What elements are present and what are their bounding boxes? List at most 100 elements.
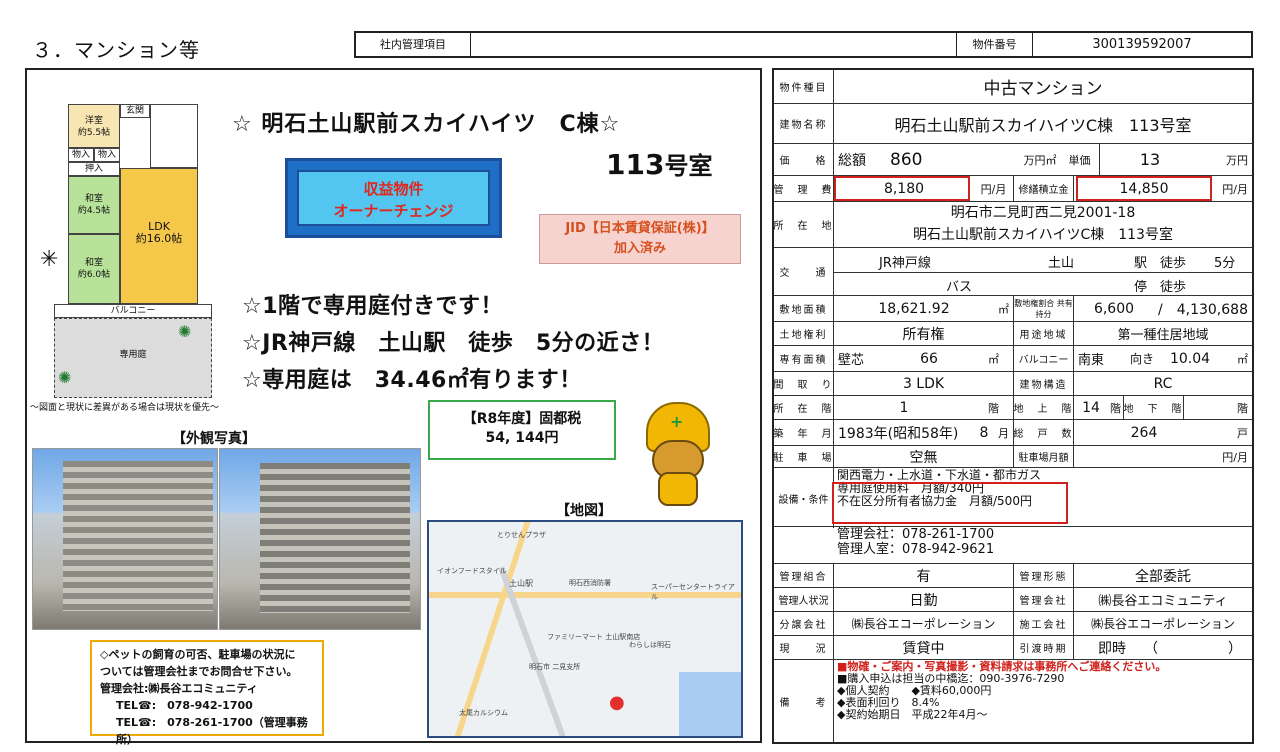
highlight-mgmt-fee [834, 176, 970, 201]
property-no-label: 物件番号 [957, 33, 1033, 56]
exterior-label: 【外観写真】 [172, 431, 256, 447]
value-land-right: 所有権 [834, 322, 1014, 345]
value-built-month: 8 [979, 424, 989, 441]
floor-unit2: 階 [988, 401, 999, 415]
address-line2: 明石土山駅前スカイハイツC棟 113号室 [913, 227, 1173, 243]
traffic-rail: JR神戸線 土山 駅 徒歩 5分 [834, 248, 1252, 273]
label-price: 価 格 [774, 144, 834, 175]
room-bath [150, 104, 198, 168]
value-floor: 1 [899, 399, 909, 416]
highlight-repair [1076, 176, 1212, 201]
value-builder: ㈱長谷エコーポレーション [1091, 617, 1235, 631]
handover-paren: （ ） [1144, 640, 1242, 657]
row-parking: 駐 車 場 空無 駐車場月額 円/月 [774, 446, 1252, 468]
jid-line: 加入済み [613, 241, 666, 256]
units-unit: 戸 [1237, 426, 1248, 440]
label-floor: 所 在 階 [774, 396, 834, 419]
pet-note-box: ◇ペットの飼育の可否、駐車場の状況に ついては管理会社までお問合せ下さい。 管理… [90, 640, 324, 746]
total-unit: 万円 [1023, 153, 1046, 167]
label-seller: 分譲会社 [774, 612, 834, 635]
label-address: 所 在 地 [774, 202, 834, 247]
repair-unit: 円/月 [1222, 182, 1248, 196]
parking-fee-unit: 円/月 [1222, 450, 1248, 464]
map-label-text: 土山駅 [509, 579, 533, 588]
floor-unit: ㎡ [988, 352, 999, 366]
row-fees: 管 理 費 8,180 円/月 修繕積立金 14,850 円/月 [774, 176, 1252, 202]
map-label-text: ファミリーマート 土山駅南店 [547, 633, 641, 641]
body [658, 472, 698, 506]
balcony-direction-suffix: 向き [1129, 352, 1154, 366]
row-seller: 分譲会社 ㈱長谷エコーポレーション 施工会社 ㈱長谷エコーポレーション [774, 612, 1252, 636]
label-share: 敷地権割合 共有持分 [1014, 296, 1074, 321]
room-number: 113号室 [606, 146, 712, 181]
label-mgmt-company: 管理会社 [1014, 588, 1074, 611]
value-handover: 即時 [1098, 640, 1126, 657]
traffic-cells: JR神戸線 土山 駅 徒歩 5分 バス 停 徒歩 [834, 248, 1252, 295]
total-unit-wrap: 万円㎡ [1020, 144, 1060, 175]
stories-unit: 階 [1110, 401, 1121, 415]
value-zoning: 第一種住居地域 [1117, 328, 1209, 343]
label-basement: 地 下 階 [1124, 396, 1184, 419]
unit-price-unit-wrap: 万円 [1200, 144, 1252, 175]
built-month-unit: 月 [998, 426, 1009, 440]
income-property-badge: 収益物件 オーナーチェンジ [285, 158, 502, 238]
jid-badge: JID【日本賃貸保証(株)】 加入済み [539, 214, 741, 264]
contact-line: 管理会社：078-261-1700 [837, 527, 995, 542]
plant-icon: ✺ [58, 368, 72, 387]
map-label: 【地図】 [556, 503, 612, 519]
map-label-text: イオンフードスタイル [437, 567, 507, 575]
mgmt-fee-unit: 円/月 [980, 182, 1007, 196]
label-handover: 引渡時期 [1014, 636, 1074, 659]
row-association: 管理組合 有 管理形態 全部委託 [774, 564, 1252, 588]
basement-unit-wrap: 階 [1184, 396, 1252, 419]
exterior-photo-1[interactable] [32, 448, 218, 630]
value-type: 中古マンション [983, 79, 1103, 99]
room-label: 物入 [71, 150, 90, 160]
map-label-text: わらしは明石 [629, 641, 671, 649]
rail-station: 土山 [1048, 256, 1075, 271]
label-zoning: 用途地域 [1014, 322, 1074, 345]
spec-table: 物件種目 中古マンション 建物名称 明石土山駅前スカイハイツC棟 113号室 価… [772, 68, 1254, 744]
cross-icon: + [670, 412, 684, 431]
tax-label: 【R8年度】固都税 [462, 411, 582, 427]
jid-line: JID【日本賃貸保証(株)】 [565, 221, 715, 236]
value-units: 264 [1130, 424, 1158, 441]
value-name: 明石土山駅前スカイハイツC棟 113号室 [894, 115, 1192, 135]
land-unit-wrap: ㎡ [994, 296, 1014, 321]
units-unit-wrap: 戸 [1214, 420, 1252, 445]
map-label-text: 太尾カルシウム [459, 709, 508, 717]
row-status: 現 況 賃貸中 引渡時期 即時 （ ） [774, 636, 1252, 660]
feature-garden: ☆1階で専用庭付きです！ [242, 294, 504, 319]
map-water [679, 672, 741, 736]
label-mgmt-form: 管理形態 [1014, 564, 1074, 587]
value-mgmt-form: 全部委託 [1135, 568, 1191, 585]
value-address: 明石市二見町西二見2001-18 明石土山駅前スカイハイツC棟 113号室 [834, 202, 1252, 247]
map-label-text: とりせんプラザ [497, 531, 546, 539]
room-label: 玄関 [125, 106, 144, 116]
balcony-unit: ㎡ [1237, 352, 1248, 366]
mascot-illustration: + [636, 400, 716, 506]
value-seller: ㈱長谷エコーポレーション [834, 612, 1014, 635]
sqm-unit: ㎡ [1045, 153, 1057, 167]
feature-station: ☆JR神戸線 土山駅 徒歩 5分の近さ！ [242, 331, 665, 356]
header-bar: 社内管理項目 物件番号 300139592007 [354, 31, 1253, 58]
label-repair: 修繕積立金 [1014, 176, 1074, 201]
highlight-equipment [832, 482, 1068, 524]
parking-fee-unit-wrap: 円/月 [1074, 446, 1252, 467]
room-label: 和室 [84, 194, 103, 204]
label-parking-fee: 駐車場月額 [1014, 446, 1074, 467]
rail-line: JR神戸線 [879, 256, 931, 271]
row-name: 建物名称 明石土山駅前スカイハイツC棟 113号室 [774, 104, 1252, 144]
exterior-photo-2[interactable] [219, 448, 421, 630]
map[interactable]: とりせんプラザ 土山駅 明石西消防署 スーパーセンタートライアル ファミリーマー… [427, 520, 743, 738]
value-stories: 14 [1082, 399, 1100, 416]
bus-walk: 徒歩 [1160, 280, 1187, 295]
map-label-text: 明石西消防署 [569, 579, 611, 587]
pet-note-tel: TEL☎: 078-261-1700（管理事務所） [116, 716, 308, 746]
row-remarks: 備 考 ■物確・ご案内・写真撮影・資料請求は事務所へご連絡ください。 ■購入申込… [774, 660, 1252, 742]
land-unit: ㎡ [998, 302, 1009, 316]
value-remarks: ■物確・ご案内・写真撮影・資料請求は事務所へご連絡ください。 ■購入申込は担当の… [834, 660, 1252, 742]
mgmt-fee-unit-wrap: 円/月 [974, 176, 1014, 201]
contacts: 管理会社：078-261-1700 管理人室：078-942-9621 [834, 526, 997, 558]
bus-label: バス [946, 280, 973, 295]
